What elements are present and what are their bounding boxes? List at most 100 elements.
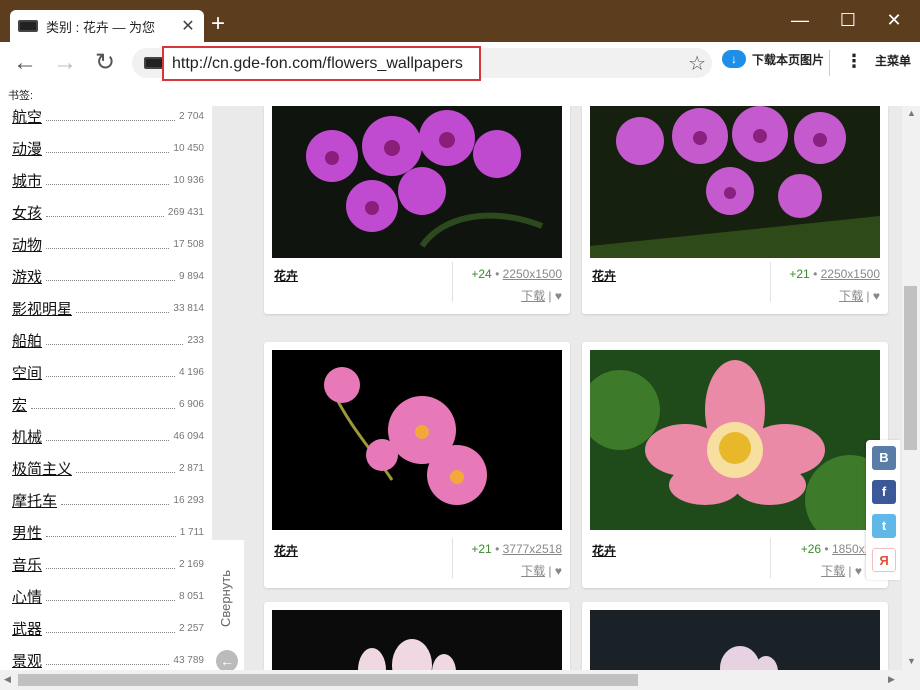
facebook-share-icon[interactable]: f	[872, 480, 896, 504]
category-item[interactable]: 景观 43 789	[12, 644, 204, 670]
vk-share-icon[interactable]: B	[872, 446, 896, 470]
site-favicon-icon	[18, 20, 38, 32]
wallpaper-title-link[interactable]: 花卉	[274, 542, 298, 559]
toolbar-divider	[829, 50, 830, 76]
category-item[interactable]: 影视明星 33 814	[12, 292, 204, 324]
category-item[interactable]: 宏6 906	[12, 388, 204, 420]
download-link[interactable]: 下载	[821, 564, 845, 578]
reload-button[interactable]: ↻	[90, 50, 120, 76]
category-item[interactable]: 极简主义 2 871	[12, 452, 204, 484]
new-tab-button[interactable]: +	[211, 12, 225, 36]
download-link[interactable]: 下载	[521, 289, 545, 303]
collapse-arrow-icon[interactable]: ←	[216, 650, 238, 670]
wallpaper-thumbnail[interactable]	[272, 350, 562, 530]
category-item[interactable]: 音乐 2 169	[12, 548, 204, 580]
tab-close-icon[interactable]: ✕	[180, 16, 196, 36]
rating-plus: +26	[800, 542, 822, 556]
wallpaper-card: 花卉 +21 • 3777x2518 下载 | ♥	[264, 342, 570, 588]
category-item[interactable]: 动漫 10 450	[12, 132, 204, 164]
scroll-left-arrow-icon[interactable]: ◀	[4, 674, 11, 685]
wallpaper-card	[264, 602, 570, 670]
card-divider	[770, 538, 771, 578]
rating-plus: +21	[789, 267, 810, 281]
horizontal-scroll-thumb[interactable]	[18, 674, 638, 686]
orchid-image	[272, 350, 562, 530]
main-menu-label: 主菜单	[875, 54, 912, 68]
wallpaper-thumbnail[interactable]	[590, 610, 880, 670]
category-item[interactable]: 空间 4 196	[12, 356, 204, 388]
card-actions: 下载 | ♥	[821, 564, 862, 578]
maximize-button[interactable]: ☐	[834, 10, 862, 31]
minimize-button[interactable]: —	[786, 10, 814, 31]
wallpaper-title-link[interactable]: 花卉	[592, 267, 616, 284]
category-sidebar: 航空 2 704 动漫 10 450 城市 10 936 女孩 269 431 动物 17…	[0, 106, 212, 670]
favorite-heart-icon[interactable]: ♥	[555, 564, 562, 578]
vertical-scroll-thumb[interactable]	[904, 286, 917, 450]
tab-title: 类别 : 花卉 — 为您	[46, 19, 156, 35]
vertical-scrollbar[interactable]: ▲ ▼	[902, 106, 920, 670]
browser-tab[interactable]: 类别 : 花卉 — 为您 ✕	[10, 10, 204, 42]
bookmarks-bar: 书签:	[0, 86, 920, 106]
category-item[interactable]: 女孩 269 431	[12, 196, 204, 228]
url-field[interactable]: http://cn.gde-fon.com/flowers_wallpapers	[162, 46, 481, 81]
favorite-heart-icon[interactable]: ♥	[855, 564, 862, 578]
category-item[interactable]: 摩托车 16 293	[12, 484, 204, 516]
address-bar[interactable]: http://cn.gde-fon.com/flowers_wallpapers…	[132, 46, 712, 81]
scroll-up-arrow-icon[interactable]: ▲	[907, 108, 916, 118]
favorite-heart-icon[interactable]: ♥	[555, 289, 562, 303]
download-images-button[interactable]: ↓ 下载本页图片	[722, 50, 824, 68]
yandex-share-icon[interactable]: Я	[872, 548, 896, 572]
resolution-link[interactable]: 3777x2518	[503, 542, 562, 556]
category-item[interactable]: 男性 1 711	[12, 516, 204, 548]
lotus-image	[272, 610, 562, 670]
category-item[interactable]: 武器 2 257	[12, 612, 204, 644]
scroll-right-arrow-icon[interactable]: ▶	[888, 674, 895, 685]
wallpaper-card: 花卉 +21 • 2250x1500 下载 | ♥	[582, 106, 888, 314]
lotus-image	[590, 610, 880, 670]
menu-dots-icon: ⋮	[845, 50, 863, 71]
wallpaper-info: +24 • 2250x1500	[471, 267, 562, 281]
page-favicon-icon	[144, 57, 164, 69]
download-link[interactable]: 下载	[839, 289, 863, 303]
sidebar-collapse-tab[interactable]: Свернуть ←	[212, 540, 244, 670]
scroll-down-arrow-icon[interactable]: ▼	[907, 656, 916, 666]
wallpaper-thumbnail[interactable]	[272, 610, 562, 670]
twitter-share-icon[interactable]: t	[872, 514, 896, 538]
wallpaper-title-link[interactable]: 花卉	[592, 542, 616, 559]
orchid-image	[272, 106, 562, 258]
card-divider	[452, 538, 453, 578]
category-item[interactable]: 游戏 9 894	[12, 260, 204, 292]
wallpaper-info: +21 • 3777x2518	[471, 542, 562, 556]
card-divider	[770, 262, 771, 302]
rating-plus: +24	[471, 267, 492, 281]
category-item[interactable]: 心情 8 051	[12, 580, 204, 612]
page-content: 航空 2 704 动漫 10 450 城市 10 936 女孩 269 431 动物 17…	[0, 106, 902, 670]
wallpaper-thumbnail[interactable]	[590, 106, 880, 258]
card-actions: 下载 | ♥	[839, 289, 880, 303]
main-menu-button[interactable]: ⋮ 主菜单	[845, 50, 912, 71]
category-item[interactable]: 航空 2 704	[12, 106, 204, 132]
card-actions: 下载 | ♥	[521, 289, 562, 303]
forward-button[interactable]: →	[50, 50, 80, 76]
category-item[interactable]: 动物 17 508	[12, 228, 204, 260]
bookmark-star-icon[interactable]: ☆	[688, 51, 706, 76]
collapse-label: Свернуть	[218, 570, 233, 628]
wallpaper-title-link[interactable]: 花卉	[274, 267, 298, 284]
favorite-heart-icon[interactable]: ♥	[873, 289, 880, 303]
wallpaper-thumbnail[interactable]	[272, 106, 562, 258]
category-item[interactable]: 城市 10 936	[12, 164, 204, 196]
horizontal-scrollbar[interactable]: ◀ ▶	[0, 670, 920, 690]
card-divider	[452, 262, 453, 302]
bookmarks-label: 书签:	[8, 90, 34, 102]
back-button[interactable]: ←	[10, 50, 40, 76]
rating-plus: +21	[471, 542, 492, 556]
wallpaper-thumbnail[interactable]	[590, 350, 880, 530]
resolution-link[interactable]: 2250x1500	[503, 267, 562, 281]
download-link[interactable]: 下载	[521, 564, 545, 578]
category-item[interactable]: 机械 46 094	[12, 420, 204, 452]
resolution-link[interactable]: 2250x1500	[821, 267, 880, 281]
window-close-button[interactable]: ✕	[880, 10, 908, 31]
browser-toolbar: ← → ↻ http://cn.gde-fon.com/flowers_wall…	[0, 42, 920, 86]
browser-window: 类别 : 花卉 — 为您 ✕ + — ☐ ✕ ← → ↻ http://cn.g…	[0, 0, 920, 690]
category-item[interactable]: 船舶 233	[12, 324, 204, 356]
